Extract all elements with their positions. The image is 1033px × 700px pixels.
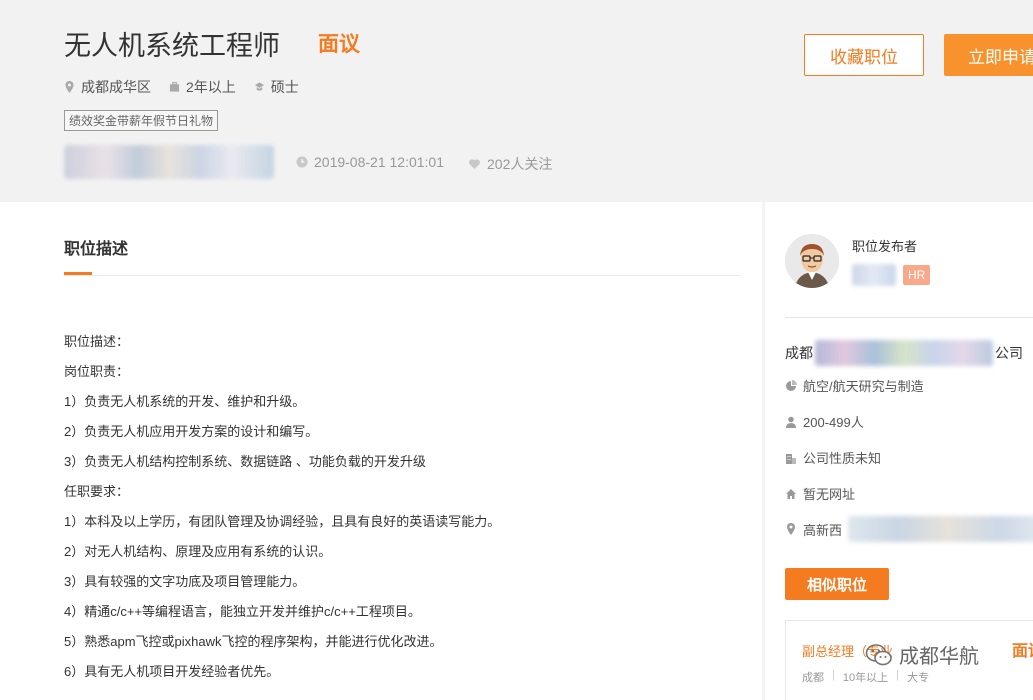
- company-address: 高新西: [785, 516, 1033, 542]
- job-title: 无人机系统工程师: [64, 31, 280, 61]
- description-line: 2）负责无人机应用开发方案的设计和编写。: [64, 424, 319, 439]
- company-website: 暂无网址: [785, 484, 855, 503]
- location-pin-icon: [65, 81, 74, 93]
- description-line: 1）本科及以上学历，有团队管理及协调经验，且具有良好的英语读写能力。: [64, 514, 501, 529]
- blurred-address: [848, 516, 1033, 542]
- education-text: 硕士: [270, 79, 299, 95]
- publish-time-text: 2019-08-21 12:01:01: [314, 154, 444, 170]
- blurred-company-name: [64, 145, 274, 179]
- company-name-prefix: 成都: [785, 345, 813, 361]
- similar-job-salary: 面议: [1012, 643, 1033, 660]
- job-meta: 成都成华区 2年以上 硕士: [64, 77, 299, 97]
- pie-chart-icon: [786, 379, 797, 391]
- similar-job-experience: 10年以上: [842, 672, 889, 684]
- company-name[interactable]: 成都 公司: [785, 340, 1023, 366]
- industry-text: 航空/航天研究与制造: [803, 379, 924, 394]
- apply-button[interactable]: 立即申请: [944, 34, 1033, 76]
- briefcase-icon: [169, 81, 180, 92]
- company-industry: 航空/航天研究与制造: [785, 376, 924, 395]
- similar-job-city: 成都: [802, 672, 824, 684]
- wechat-watermark: 成都华航: [865, 640, 979, 669]
- job-education: 硕士: [254, 77, 299, 97]
- website-text: 暂无网址: [803, 487, 856, 502]
- followers-text: 202人关注: [487, 156, 553, 172]
- description-line: 3）具有较强的文字功底及项目管理能力。: [64, 574, 306, 589]
- hr-badge: HR: [903, 265, 931, 285]
- description-line: 6）具有无人机项目开发经验者优先。: [64, 664, 280, 679]
- wechat-icon: [865, 643, 892, 665]
- person-icon: [786, 416, 796, 428]
- experience-text: 2年以上: [186, 79, 236, 95]
- section-title-underline: [64, 272, 92, 275]
- person-avatar-icon: [785, 234, 839, 288]
- blurred-hr-name: [852, 264, 896, 286]
- education-icon: [254, 82, 264, 91]
- meta-separator: |: [832, 669, 835, 681]
- job-experience: 2年以上: [169, 77, 236, 97]
- home-icon: [786, 488, 796, 499]
- description-line: 岗位职责：: [64, 364, 130, 379]
- job-salary: 面议: [318, 33, 360, 56]
- nature-text: 公司性质未知: [803, 451, 882, 466]
- sidebar-divider: [785, 317, 1033, 318]
- job-header: 无人机系统工程师 面议 成都成华区 2年以上 硕士 绩效奖金带薪年假节日礼物 2…: [0, 0, 1033, 202]
- description-line: 2）对无人机结构、原理及应用有系统的认识。: [64, 544, 332, 559]
- meta-separator: |: [896, 669, 899, 681]
- watermark-text: 成都华航: [899, 646, 979, 668]
- company-size: 200-499人: [785, 412, 864, 431]
- description-line: 5）熟悉apm飞控或pixhawk飞控的程序架构，并能进行优化改进。: [64, 634, 443, 649]
- company-sidebar: 职位发布者 HR 成都 公司 航空/航天研究与制造 200-499人 公司性质未…: [765, 202, 1033, 700]
- size-text: 200-499人: [803, 415, 864, 430]
- address-prefix: 高新西: [803, 522, 843, 538]
- similar-jobs-button[interactable]: 相似职位: [785, 568, 889, 600]
- favorite-button[interactable]: 收藏职位: [804, 34, 924, 76]
- description-line: 3）负责无人机结构控制系统、数据链路 、功能负载的开发升级: [64, 454, 426, 469]
- company-name-suffix: 公司: [995, 345, 1023, 361]
- building-icon: [786, 453, 796, 464]
- blurred-company-name-middle: [815, 340, 993, 366]
- section-divider: [64, 275, 740, 276]
- publisher-label: 职位发布者: [852, 239, 918, 254]
- publish-time: 2019-08-21 12:01:01: [296, 154, 444, 170]
- company-nature: 公司性质未知: [785, 448, 881, 467]
- location-text: 成都成华区: [81, 79, 151, 95]
- similar-job-education: 大专: [906, 672, 929, 684]
- job-location: 成都成华区: [64, 77, 151, 97]
- job-description-panel: 职位描述 职位描述： 岗位职责： 1）负责无人机系统的开发、维护和升级。 2）负…: [0, 202, 762, 700]
- similar-job-meta: 成都 | 10年以上 | 大专: [802, 669, 929, 685]
- avatar[interactable]: [785, 234, 839, 288]
- description-line: 职位描述：: [64, 334, 130, 349]
- description-line: 4）精通c/c++等编程语言，能独立开发并维护c/c++工程项目。: [64, 604, 421, 619]
- section-title: 职位描述: [64, 241, 129, 258]
- description-line: 1）负责无人机系统的开发、维护和升级。: [64, 394, 306, 409]
- location-pin-icon: [787, 523, 795, 535]
- description-body: 职位描述： 岗位职责： 1）负责无人机系统的开发、维护和升级。 2）负责无人机应…: [64, 332, 500, 692]
- benefits-tag: 绩效奖金带薪年假节日礼物: [64, 110, 219, 131]
- clock-icon: [296, 156, 308, 168]
- description-line: 任职要求：: [64, 484, 130, 499]
- heart-icon: [469, 159, 480, 169]
- followers: 202人关注: [468, 154, 552, 174]
